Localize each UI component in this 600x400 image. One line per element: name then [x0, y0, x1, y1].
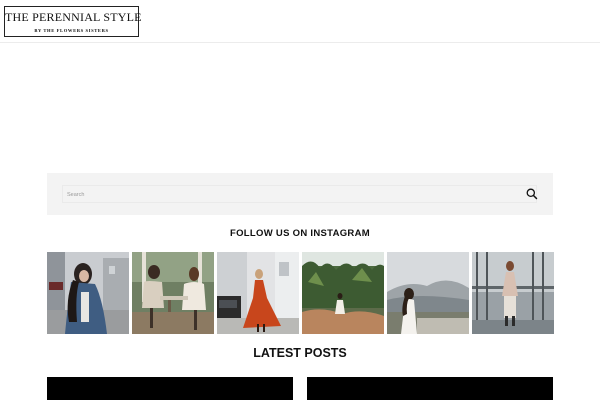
search-panel	[47, 173, 553, 215]
instagram-photo-image	[217, 252, 299, 334]
latest-post-card-1[interactable]	[47, 377, 293, 400]
instagram-photo-2[interactable]	[132, 252, 214, 334]
instagram-photo-image	[472, 252, 554, 334]
logo-title: THE PERENNIAL STYLE	[5, 10, 142, 24]
instagram-photo-5[interactable]	[387, 252, 469, 334]
instagram-photo-image	[47, 252, 129, 334]
search-field	[62, 185, 539, 203]
search-input[interactable]	[67, 188, 487, 201]
instagram-heading: FOLLOW US ON INSTAGRAM	[230, 228, 370, 239]
instagram-photo-image	[132, 252, 214, 334]
instagram-photo-3[interactable]	[217, 252, 299, 334]
search-icon	[526, 188, 538, 200]
instagram-photo-image	[302, 252, 384, 334]
latest-posts-heading: LATEST POSTS	[253, 346, 347, 360]
logo-subtitle: BY THE FLOWERS SISTERS	[34, 28, 109, 33]
site-header: THE PERENNIAL STYLE BY THE FLOWERS SISTE…	[0, 0, 600, 43]
instagram-photo-image	[387, 252, 469, 334]
instagram-photo-6[interactable]	[472, 252, 554, 334]
latest-post-card-2[interactable]	[307, 377, 553, 400]
search-button[interactable]	[525, 187, 539, 201]
instagram-photo-1[interactable]	[47, 252, 129, 334]
instagram-photo-4[interactable]	[302, 252, 384, 334]
site-logo[interactable]: THE PERENNIAL STYLE BY THE FLOWERS SISTE…	[4, 6, 142, 37]
instagram-grid	[47, 252, 554, 334]
